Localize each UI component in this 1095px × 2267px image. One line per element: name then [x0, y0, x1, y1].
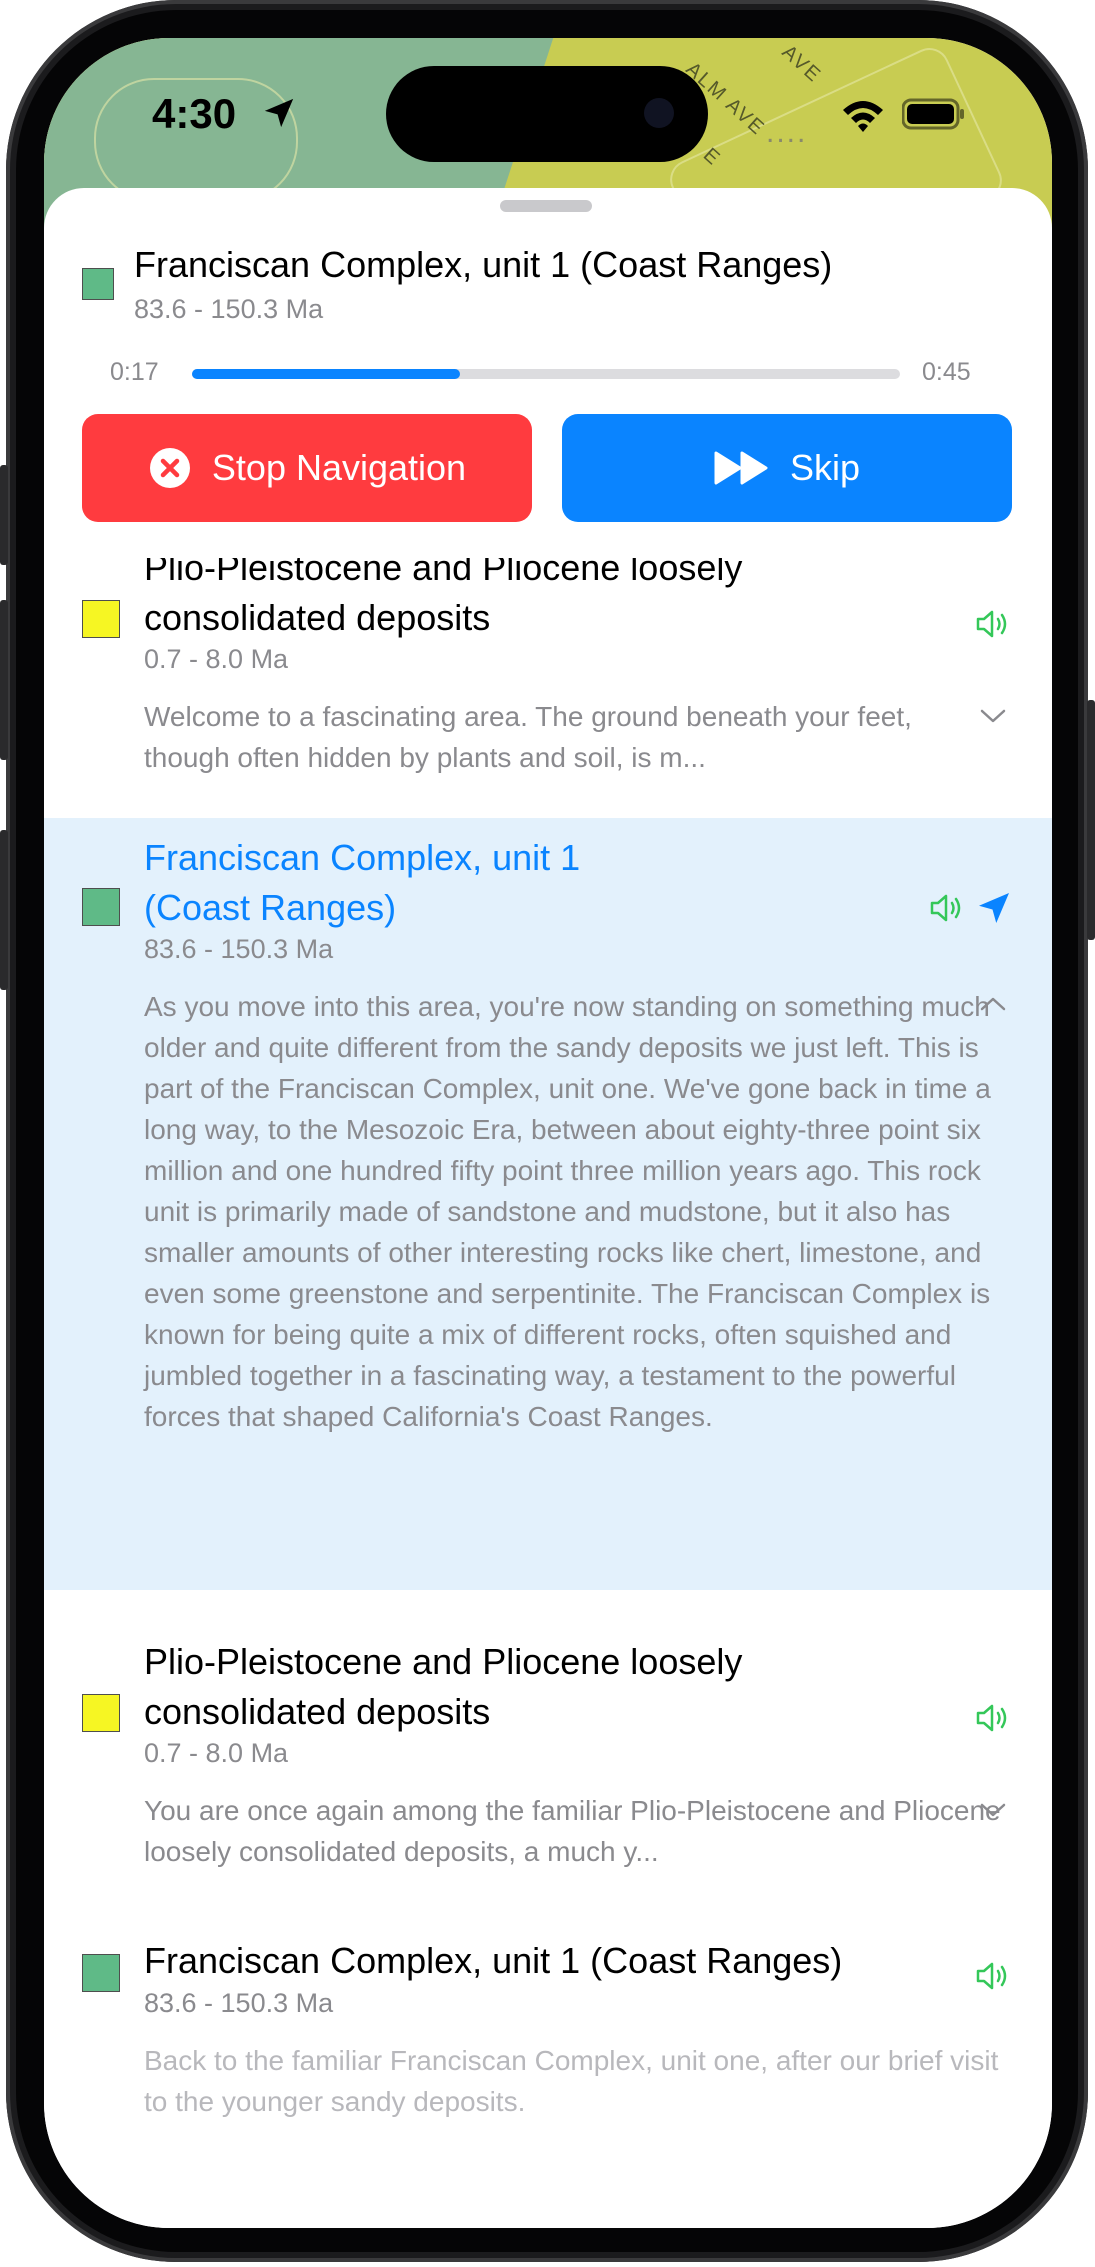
progress-bar[interactable] [192, 369, 900, 379]
fast-forward-icon [714, 451, 768, 485]
action-button [0, 830, 8, 990]
stop-circle-x-icon [149, 448, 190, 488]
list-item-active[interactable]: Franciscan Complex, unit 1 (Coast Ranges… [44, 818, 1052, 1590]
chevron-down-icon[interactable] [978, 706, 1008, 726]
unit-summary: Back to the familiar Franciscan Complex,… [144, 2045, 999, 2117]
dynamic-island [386, 66, 708, 162]
stop-navigation-button[interactable]: Stop Navigation [82, 414, 532, 522]
sheet-grabber[interactable] [500, 200, 592, 212]
unit-title: Franciscan Complex, unit 1 (Coast Ranges… [144, 1940, 843, 1981]
list-item[interactable]: Franciscan Complex, unit 1 (Coast Ranges… [44, 1890, 1052, 2180]
volume-down-button [0, 600, 8, 760]
list-item[interactable]: Plio-Pleistocene and Pliocene loosely co… [44, 1590, 1052, 1890]
unit-color-swatch [82, 1954, 120, 1992]
volume-up-button [0, 465, 8, 565]
unit-summary: You are once again among the familiar Pl… [144, 1795, 1001, 1867]
status-bar: 4:30 .... [44, 38, 1052, 168]
unit-title: Plio-Pleistocene and Pliocene loosely co… [144, 1641, 743, 1732]
list-item[interactable]: Plio-Pleistocene and Pliocene loosely co… [44, 558, 1052, 798]
chevron-down-icon[interactable] [978, 1800, 1008, 1820]
speaker-icon[interactable] [974, 1702, 1014, 1734]
speaker-icon[interactable] [974, 608, 1014, 640]
unit-age-range: 83.6 - 150.3 Ma [144, 1988, 334, 2018]
geology-unit-list[interactable]: Plio-Pleistocene and Pliocene loosely co… [44, 558, 1052, 2228]
speaker-icon[interactable] [974, 1960, 1014, 1992]
navigation-arrow-icon[interactable] [976, 890, 1012, 926]
now-playing-age-range: 83.6 - 150.3 Ma [134, 294, 324, 324]
wifi-icon [843, 101, 883, 132]
unit-age-range: 0.7 - 8.0 Ma [144, 644, 289, 674]
stop-navigation-label: Stop Navigation [211, 447, 467, 488]
now-playing-color-swatch [82, 268, 114, 300]
chevron-up-icon[interactable] [978, 994, 1008, 1014]
unit-color-swatch [82, 1694, 120, 1732]
now-playing-title: Franciscan Complex, unit 1 (Coast Ranges… [134, 244, 833, 285]
status-time: 4:30 [152, 90, 237, 137]
cellular-signal-icon: .... [766, 116, 808, 149]
power-button [1087, 700, 1095, 940]
bottom-sheet: Franciscan Complex, unit 1 (Coast Ranges… [44, 188, 1052, 2228]
unit-description: As you move into this area, you're now s… [144, 991, 991, 1432]
unit-title: Plio-Pleistocene and Pliocene loosely co… [144, 558, 743, 638]
speaker-icon[interactable] [928, 892, 968, 924]
unit-color-swatch [82, 888, 120, 926]
battery-icon [902, 98, 964, 130]
unit-title: Franciscan Complex, unit 1 (Coast Ranges… [144, 837, 581, 928]
unit-summary: Welcome to a fascinating area. The groun… [144, 701, 912, 773]
skip-button[interactable]: Skip [562, 414, 1012, 522]
total-duration: 0:45 [922, 358, 971, 386]
progress-fill [192, 369, 460, 379]
location-arrow-icon [264, 98, 294, 128]
unit-age-range: 83.6 - 150.3 Ma [144, 934, 334, 964]
unit-age-range: 0.7 - 8.0 Ma [144, 1738, 289, 1768]
elapsed-time: 0:17 [110, 358, 159, 386]
screen: ALM AVE AVE C E 4:30 .... Franciscan Com… [44, 38, 1052, 2228]
unit-color-swatch [82, 600, 120, 638]
skip-label: Skip [789, 447, 861, 488]
